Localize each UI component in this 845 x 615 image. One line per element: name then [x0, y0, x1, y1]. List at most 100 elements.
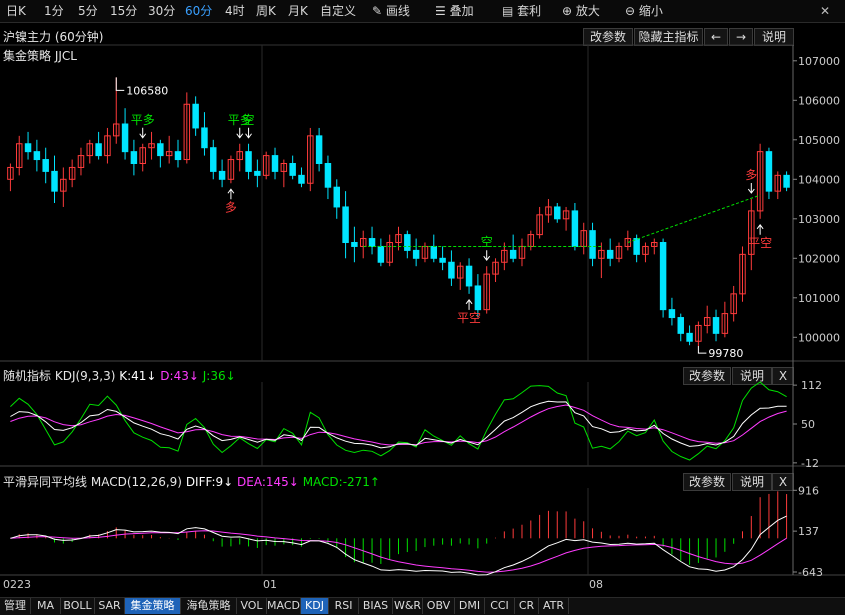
candle-body — [289, 163, 296, 176]
candle-body — [677, 317, 684, 334]
candle-body — [474, 285, 482, 311]
signal-arrow-up — [465, 299, 473, 310]
macd-tick-label: -643 — [798, 566, 823, 579]
tab-kdj[interactable]: KDJ — [301, 598, 329, 614]
signal-label: 平空 — [748, 236, 772, 250]
candle-body — [254, 170, 261, 176]
price-axis: 107000 106000 105000 104000 103000 102000 1010… — [793, 55, 840, 579]
candle-body — [589, 230, 596, 259]
tab-strategy-4[interactable]: 集金策略 — [125, 598, 181, 614]
candle-body — [439, 257, 446, 263]
signal-arrow-up — [756, 223, 764, 235]
tab-bias[interactable]: BIAS — [359, 598, 393, 614]
signal-label: 空 — [481, 235, 493, 249]
macd-tick-label: 137 — [798, 525, 819, 538]
tab-macd[interactable]: MACD — [267, 598, 301, 614]
candle-body — [315, 135, 323, 165]
kdj-plot — [10, 381, 787, 461]
price-tick-label: 103000 — [798, 213, 840, 226]
date-label: 0223 — [3, 578, 31, 591]
candle-body — [412, 249, 420, 259]
candle-body — [33, 151, 41, 161]
candle-body — [174, 151, 182, 161]
candle-body — [210, 147, 217, 172]
signal-label: 空 — [243, 113, 255, 127]
candle-body — [130, 151, 138, 164]
price-tick-label: 106000 — [798, 94, 840, 107]
indicator-tab-bar: 管理 MA BOLL SAR 集金策略 海龟策略 VOL MACD KDJ RSI BIAS W&R O… — [0, 597, 845, 615]
candle-body — [377, 245, 385, 263]
tab-sar[interactable]: SAR — [95, 598, 125, 614]
tab-strategy-5[interactable]: 海龟策略 — [181, 598, 237, 614]
candle-body — [324, 163, 332, 188]
high-marker — [115, 77, 125, 91]
candle-body — [668, 309, 676, 319]
chart-frames: 0223 01 08 — [0, 44, 845, 591]
price-tick-label: 105000 — [798, 134, 840, 147]
candle-body — [245, 151, 252, 172]
signal-label: 多 — [225, 200, 237, 214]
tab-rsi[interactable]: RSI — [329, 598, 359, 614]
signal-label: 平多 — [131, 113, 155, 127]
date-label: 08 — [589, 578, 603, 591]
price-tick-label: 101000 — [798, 292, 840, 305]
candle-body — [448, 261, 455, 279]
candle-body — [509, 249, 517, 259]
candle-body — [218, 170, 226, 180]
candle-body — [659, 242, 667, 311]
tab-cci[interactable]: CCI — [485, 598, 515, 614]
tab-cr[interactable]: CR — [515, 598, 539, 614]
signal-arrow-down — [483, 250, 491, 262]
tab-vol[interactable]: VOL — [237, 598, 267, 614]
kdj-j-line — [10, 381, 787, 461]
candle-body — [192, 103, 199, 129]
candle-body — [42, 159, 49, 172]
candle-body — [368, 238, 376, 247]
price-tick-label: 102000 — [798, 252, 840, 265]
signal-label: 多 — [745, 168, 757, 182]
candle-body — [765, 151, 773, 192]
candle-body — [95, 143, 102, 157]
candle-body — [24, 143, 32, 153]
tab-strategy-0[interactable]: 管理 — [0, 598, 31, 614]
kdj-tick-label: -12 — [801, 457, 819, 470]
candle-body — [121, 123, 129, 153]
candle-body — [606, 249, 614, 259]
candle-body — [271, 155, 279, 172]
price-tick-label: 107000 — [798, 55, 840, 68]
candle-body — [465, 265, 473, 287]
trend-line — [627, 194, 761, 243]
price-tick-label: 100000 — [798, 331, 840, 344]
candle-body — [333, 186, 340, 208]
signal-arrow-down — [236, 127, 244, 139]
low-label: 99780 — [708, 347, 743, 360]
date-label: 01 — [263, 578, 277, 591]
tab-dmi[interactable]: DMI — [455, 598, 485, 614]
kdj-tick-label: 112 — [801, 379, 822, 392]
tab-w-r[interactable]: W&R — [393, 598, 423, 614]
tab-boll[interactable]: BOLL — [61, 598, 95, 614]
candle-body — [404, 234, 411, 251]
price-tick-label: 104000 — [798, 173, 840, 186]
signal-arrow-down — [139, 127, 147, 139]
candle-body — [51, 170, 58, 192]
candle-body — [633, 238, 640, 255]
chart-canvas[interactable]: 0223 01 08 10658099780平多多平多空空平空多平空 1070001… — [0, 0, 845, 614]
candle-body — [351, 242, 358, 247]
macd-tick-label: 916 — [798, 484, 819, 497]
candle-body — [712, 317, 720, 334]
candle-body — [157, 143, 164, 157]
kdj-d-line — [10, 404, 787, 446]
candle-body — [430, 245, 438, 259]
kdj-k-line — [10, 400, 787, 449]
tab-obv[interactable]: OBV — [423, 598, 455, 614]
low-marker — [697, 345, 707, 354]
candle-body — [201, 127, 208, 149]
high-label: 106580 — [126, 84, 168, 97]
tab-ma[interactable]: MA — [31, 598, 61, 614]
candle-body — [783, 174, 790, 188]
candle-body — [554, 206, 561, 220]
candle-body — [298, 174, 305, 184]
tab-atr[interactable]: ATR — [539, 598, 569, 614]
signal-arrow-down — [245, 127, 252, 139]
